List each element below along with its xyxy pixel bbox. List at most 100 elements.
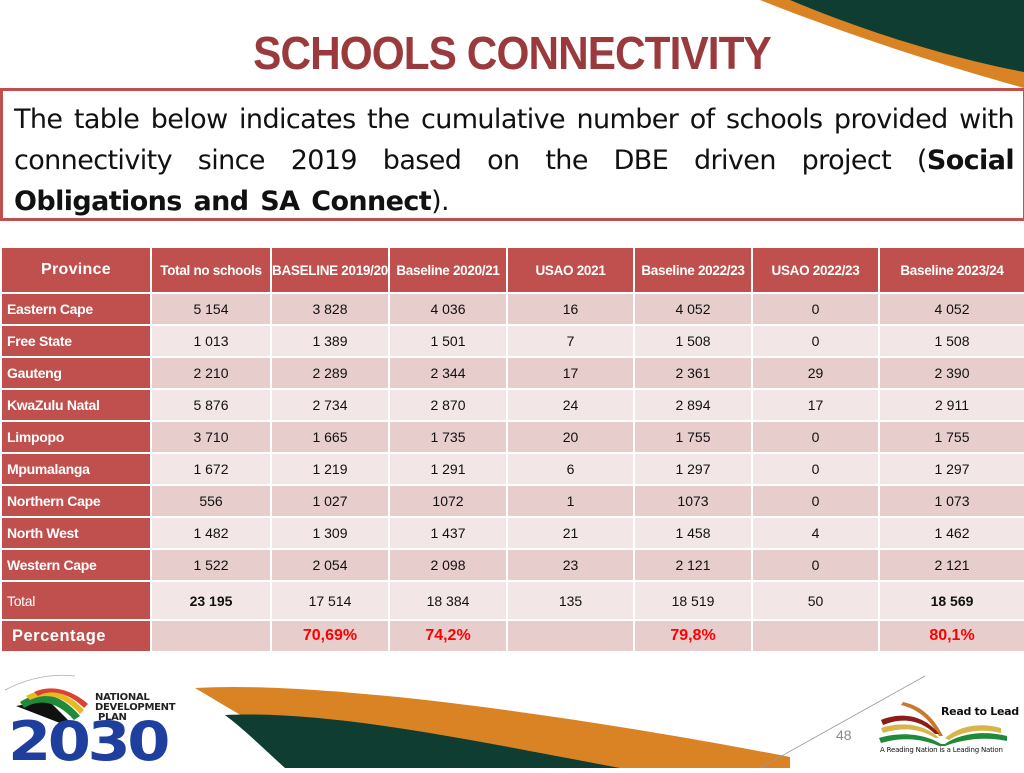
column-header: Total no schools bbox=[150, 246, 272, 294]
province-cell: Western Cape bbox=[0, 548, 152, 582]
value-cell: 1 389 bbox=[270, 324, 390, 358]
column-header: USAO 2021 bbox=[506, 246, 635, 294]
value-cell: 2 390 bbox=[878, 356, 1024, 390]
table-row: Free State 1 013 1 389 1 501 7 1 508 0 1 508 bbox=[0, 324, 1024, 358]
value-cell: 2 121 bbox=[878, 548, 1024, 582]
total-row: Total 23 195 17 514 18 384 135 18 519 50 18 569 bbox=[0, 580, 1024, 621]
column-header: BASELINE 2019/20 bbox=[270, 246, 390, 294]
read-to-lead-book-icon bbox=[879, 702, 1007, 746]
table-row: Western Cape 1 522 2 054 2 098 23 2 121 0 2 121 bbox=[0, 548, 1024, 582]
value-cell: 556 bbox=[150, 484, 272, 518]
intro-box: The table below indicates the cumulative… bbox=[0, 88, 1024, 221]
header-province: Province bbox=[0, 246, 152, 294]
total-value-cell: 50 bbox=[751, 580, 880, 621]
total-value-cell: 18 384 bbox=[388, 580, 508, 621]
province-cell: North West bbox=[0, 516, 152, 550]
read-to-lead-title: Read to Lead bbox=[941, 705, 1019, 718]
value-cell: 23 bbox=[506, 548, 635, 582]
province-cell: Gauteng bbox=[0, 356, 152, 390]
column-header: Baseline 2022/23 bbox=[633, 246, 753, 294]
value-cell: 2 344 bbox=[388, 356, 508, 390]
value-cell: 2 289 bbox=[270, 356, 390, 390]
value-cell: 1 755 bbox=[878, 420, 1024, 454]
value-cell: 0 bbox=[751, 292, 880, 326]
table-row: KwaZulu Natal 5 876 2 734 2 870 24 2 894 17 2 9… bbox=[0, 388, 1024, 422]
percentage-row: Percentage 70,69% 74,2% 79,8% 80,1% bbox=[0, 619, 1024, 653]
percentage-value-cell bbox=[150, 619, 272, 653]
value-cell: 2 870 bbox=[388, 388, 508, 422]
value-cell: 0 bbox=[751, 420, 880, 454]
value-cell: 1 755 bbox=[633, 420, 753, 454]
total-value-cell: 18 569 bbox=[878, 580, 1024, 621]
province-cell: Limpopo bbox=[0, 420, 152, 454]
connectivity-table: Province Total no schools BASELINE 2019/20… bbox=[0, 246, 1024, 653]
province-cell: Eastern Cape bbox=[0, 292, 152, 326]
value-cell: 1 437 bbox=[388, 516, 508, 550]
value-cell: 2 911 bbox=[878, 388, 1024, 422]
value-cell: 6 bbox=[506, 452, 635, 486]
value-cell: 1 309 bbox=[270, 516, 390, 550]
intro-text-suffix: ). bbox=[431, 186, 450, 217]
value-cell: 1 482 bbox=[150, 516, 272, 550]
value-cell: 29 bbox=[751, 356, 880, 390]
value-cell: 17 bbox=[751, 388, 880, 422]
total-label: Total bbox=[0, 580, 152, 621]
value-cell: 16 bbox=[506, 292, 635, 326]
table-row: Mpumalanga 1 672 1 219 1 291 6 1 297 0 1 297 bbox=[0, 452, 1024, 486]
value-cell: 1072 bbox=[388, 484, 508, 518]
value-cell: 7 bbox=[506, 324, 635, 358]
value-cell: 1 522 bbox=[150, 548, 272, 582]
read-to-lead-tagline: A Reading Nation is a Leading Nation bbox=[880, 746, 1003, 754]
percentage-value-cell: 79,8% bbox=[633, 619, 753, 653]
value-cell: 1 013 bbox=[150, 324, 272, 358]
province-cell: Northern Cape bbox=[0, 484, 152, 518]
table-row: Northern Cape 556 1 027 1072 1 1073 0 1 073 bbox=[0, 484, 1024, 518]
value-cell: 0 bbox=[751, 548, 880, 582]
percentage-label: Percentage bbox=[0, 619, 152, 653]
table-row: Gauteng 2 210 2 289 2 344 17 2 361 29 2 390 bbox=[0, 356, 1024, 390]
intro-text-plain: The table below indicates the cumulative… bbox=[14, 104, 1015, 176]
slide-title: SCHOOLS CONNECTIVITY bbox=[253, 27, 772, 79]
province-cell: Free State bbox=[0, 324, 152, 358]
value-cell: 20 bbox=[506, 420, 635, 454]
value-cell: 1 297 bbox=[878, 452, 1024, 486]
ndp-year: 2030 bbox=[8, 710, 170, 773]
value-cell: 1 219 bbox=[270, 452, 390, 486]
percentage-value-cell: 80,1% bbox=[878, 619, 1024, 653]
table-row: Eastern Cape 5 154 3 828 4 036 16 4 052 0 4 052 bbox=[0, 292, 1024, 326]
total-value-cell: 135 bbox=[506, 580, 635, 621]
value-cell: 1 508 bbox=[633, 324, 753, 358]
value-cell: 4 036 bbox=[388, 292, 508, 326]
value-cell: 1 735 bbox=[388, 420, 508, 454]
value-cell: 2 121 bbox=[633, 548, 753, 582]
value-cell: 1 501 bbox=[388, 324, 508, 358]
value-cell: 4 052 bbox=[878, 292, 1024, 326]
province-cell: Mpumalanga bbox=[0, 452, 152, 486]
value-cell: 0 bbox=[751, 324, 880, 358]
percentage-value-cell: 74,2% bbox=[388, 619, 508, 653]
percentage-value-cell bbox=[506, 619, 635, 653]
value-cell: 3 828 bbox=[270, 292, 390, 326]
percentage-value-cell bbox=[751, 619, 880, 653]
column-header: Baseline 2020/21 bbox=[388, 246, 508, 294]
value-cell: 1 291 bbox=[388, 452, 508, 486]
value-cell: 3 710 bbox=[150, 420, 272, 454]
value-cell: 1 027 bbox=[270, 484, 390, 518]
value-cell: 1073 bbox=[633, 484, 753, 518]
value-cell: 1 458 bbox=[633, 516, 753, 550]
province-cell: KwaZulu Natal bbox=[0, 388, 152, 422]
value-cell: 4 052 bbox=[633, 292, 753, 326]
value-cell: 2 894 bbox=[633, 388, 753, 422]
value-cell: 1 462 bbox=[878, 516, 1024, 550]
value-cell: 1 665 bbox=[270, 420, 390, 454]
value-cell: 2 054 bbox=[270, 548, 390, 582]
percentage-value-cell: 70,69% bbox=[270, 619, 390, 653]
page-number: 48 bbox=[836, 727, 852, 743]
value-cell: 1 bbox=[506, 484, 635, 518]
value-cell: 1 297 bbox=[633, 452, 753, 486]
value-cell: 21 bbox=[506, 516, 635, 550]
value-cell: 1 672 bbox=[150, 452, 272, 486]
value-cell: 2 734 bbox=[270, 388, 390, 422]
value-cell: 24 bbox=[506, 388, 635, 422]
value-cell: 0 bbox=[751, 484, 880, 518]
